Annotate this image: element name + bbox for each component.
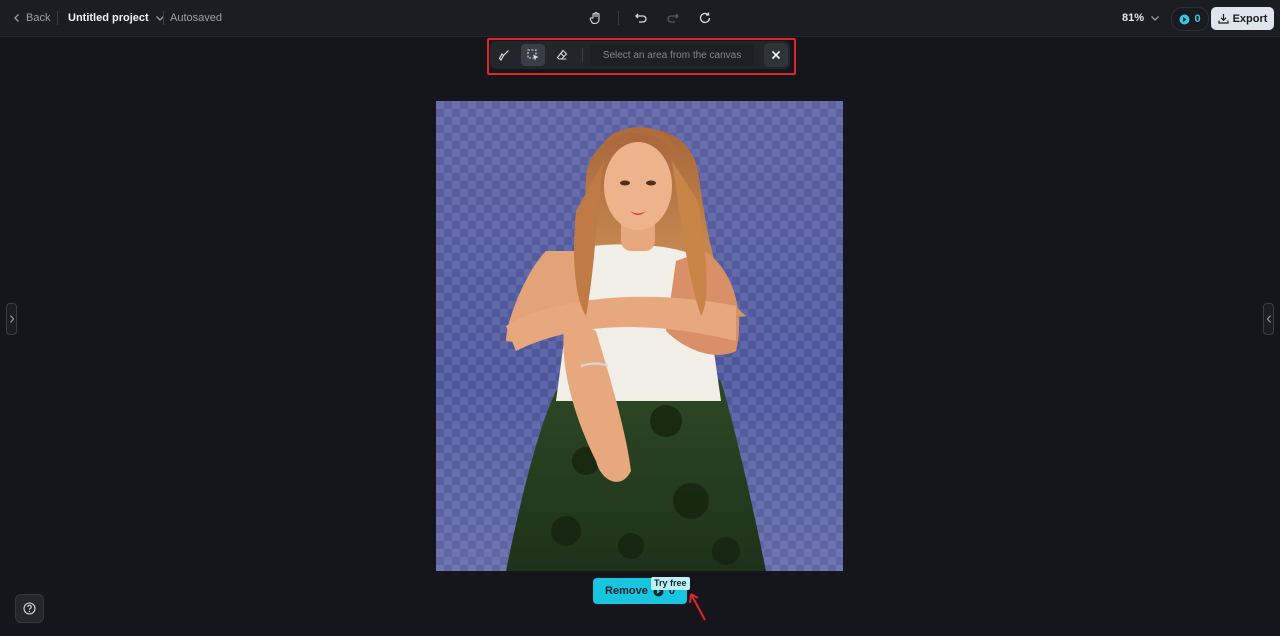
redo-icon — [667, 13, 679, 23]
undo-icon — [635, 13, 647, 23]
autosave-status: Autosaved — [170, 12, 222, 24]
select-area-icon — [526, 48, 538, 60]
eraser-tool-button[interactable] — [550, 44, 574, 66]
download-icon — [1217, 14, 1229, 24]
try-free-badge: Try free — [651, 577, 690, 590]
chevron-right-icon — [9, 315, 14, 323]
redo-button[interactable] — [663, 8, 683, 28]
help-button[interactable] — [15, 594, 44, 623]
pointer-arrow-annotation — [689, 593, 706, 621]
project-title-dropdown[interactable]: Untitled project — [68, 0, 165, 36]
history-tools — [586, 8, 715, 28]
back-button[interactable]: Back — [12, 0, 50, 36]
export-button[interactable]: Export — [1211, 7, 1274, 30]
help-icon — [23, 602, 36, 615]
back-label: Back — [26, 12, 51, 24]
divider — [582, 48, 583, 62]
divider — [163, 11, 164, 25]
select-area-tool-button[interactable] — [521, 44, 545, 66]
credit-icon — [1179, 14, 1190, 24]
zoom-dropdown[interactable]: 81% — [1122, 0, 1160, 36]
remove-label: Remove — [605, 585, 648, 597]
refresh-icon — [699, 12, 711, 24]
divider — [57, 11, 58, 25]
left-panel-toggle[interactable] — [6, 303, 17, 335]
hand-tool-button[interactable] — [586, 8, 606, 28]
selection-toolbar: Select an area from the canvas — [490, 41, 790, 69]
divider — [618, 11, 619, 25]
chevron-down-icon — [1151, 16, 1159, 21]
credits-button[interactable]: 0 — [1171, 7, 1209, 31]
top-bar: Back Untitled project Autosaved 81% 0 Ex… — [0, 0, 1280, 37]
brush-tool-button[interactable] — [492, 44, 516, 66]
brush-icon — [498, 50, 509, 61]
portrait-photo — [506, 127, 766, 571]
reset-button[interactable] — [695, 8, 715, 28]
right-panel-toggle[interactable] — [1263, 303, 1274, 335]
export-label: Export — [1232, 12, 1268, 25]
zoom-level: 81% — [1122, 12, 1145, 24]
image-canvas[interactable] — [436, 101, 843, 571]
chevron-left-icon — [1266, 315, 1271, 323]
project-title: Untitled project — [68, 12, 149, 24]
eraser-icon — [556, 49, 568, 60]
credits-count: 0 — [1194, 13, 1201, 25]
hand-icon — [589, 11, 600, 25]
close-icon — [771, 50, 781, 60]
undo-button[interactable] — [631, 8, 651, 28]
close-toolbar-button[interactable] — [764, 43, 788, 67]
chevron-left-icon — [14, 14, 19, 22]
selection-hint: Select an area from the canvas — [590, 44, 754, 66]
